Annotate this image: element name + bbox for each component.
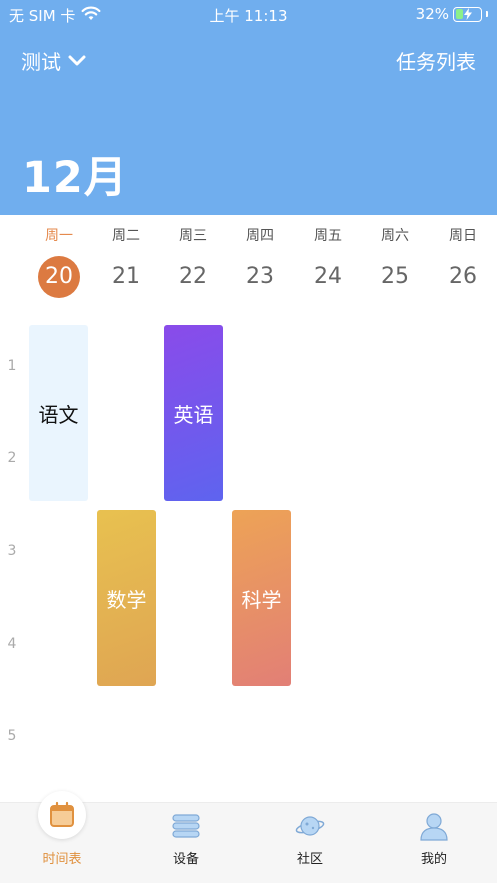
period-label: 5 xyxy=(7,728,17,744)
user-icon xyxy=(417,809,451,843)
weekday-label: 周六 xyxy=(381,228,409,244)
period-label: 2 xyxy=(7,450,17,466)
planet-icon xyxy=(293,809,327,843)
day-column-mon[interactable]: 周一 20 xyxy=(29,226,89,298)
period-label: 3 xyxy=(7,543,17,559)
tab-devices[interactable]: 设备 xyxy=(124,803,248,883)
timetable-grid: 1 2 3 4 5 语文 英语 数学 科学 xyxy=(0,320,497,790)
week-strip: 周一 20 周二 21 周三 22 周四 23 周五 24 周六 25 周日 2… xyxy=(0,226,497,306)
date-number: 26 xyxy=(449,264,477,289)
course-card-english[interactable]: 英语 xyxy=(164,325,223,501)
day-column-sat[interactable]: 周六 25 xyxy=(365,226,425,297)
weekday-label: 周四 xyxy=(246,228,274,244)
status-bar: 无 SIM 卡 上午 11:13 32% xyxy=(0,0,497,28)
course-card-math[interactable]: 数学 xyxy=(97,510,156,686)
tab-community[interactable]: 社区 xyxy=(248,803,372,883)
battery-icon xyxy=(453,6,482,22)
project-dropdown[interactable]: 测试 xyxy=(21,46,87,75)
weekday-label: 周三 xyxy=(179,228,207,244)
course-name: 科学 xyxy=(241,587,282,612)
date-number: 21 xyxy=(112,264,140,289)
course-name: 数学 xyxy=(106,587,147,612)
tab-bar: 时间表 设备 社区 我的 xyxy=(0,791,497,883)
tab-timetable[interactable]: 时间表 xyxy=(0,791,124,883)
battery-nub xyxy=(486,11,488,17)
weekday-label: 周二 xyxy=(112,228,140,244)
day-column-sun[interactable]: 周日 26 xyxy=(433,226,493,297)
day-column-thu[interactable]: 周四 23 xyxy=(230,226,290,297)
chevron-down-icon xyxy=(67,49,87,73)
period-label: 1 xyxy=(7,358,17,374)
date-number-selected: 20 xyxy=(38,256,80,298)
tab-label: 我的 xyxy=(420,852,447,867)
device-stack-icon xyxy=(169,809,203,843)
tab-label: 时间表 xyxy=(42,852,82,867)
course-card-chinese[interactable]: 语文 xyxy=(29,325,88,501)
course-card-science[interactable]: 科学 xyxy=(232,510,291,686)
date-number: 22 xyxy=(179,264,207,289)
course-name: 英语 xyxy=(173,402,214,427)
period-label: 4 xyxy=(7,636,17,652)
tab-label: 社区 xyxy=(296,852,323,867)
date-number: 23 xyxy=(246,264,274,289)
tab-label: 设备 xyxy=(172,852,199,867)
calendar-icon xyxy=(38,791,86,839)
day-column-wed[interactable]: 周三 22 xyxy=(163,226,223,297)
weekday-label: 周日 xyxy=(449,228,477,244)
month-title: 12月 xyxy=(22,153,128,203)
battery-percent: 32% xyxy=(415,5,449,23)
date-number: 25 xyxy=(381,264,409,289)
weekday-label: 周五 xyxy=(314,228,342,244)
weekday-label: 周一 xyxy=(45,228,73,244)
day-column-tue[interactable]: 周二 21 xyxy=(96,226,156,297)
header: 无 SIM 卡 上午 11:13 32% 测试 任务列表 12月 xyxy=(0,0,497,215)
course-name: 语文 xyxy=(38,402,79,427)
tab-profile[interactable]: 我的 xyxy=(372,803,496,883)
status-right: 32% xyxy=(416,5,488,23)
day-column-fri[interactable]: 周五 24 xyxy=(298,226,358,297)
date-number: 24 xyxy=(314,264,342,289)
project-dropdown-label: 测试 xyxy=(21,50,61,74)
task-list-button[interactable]: 任务列表 xyxy=(396,46,476,75)
